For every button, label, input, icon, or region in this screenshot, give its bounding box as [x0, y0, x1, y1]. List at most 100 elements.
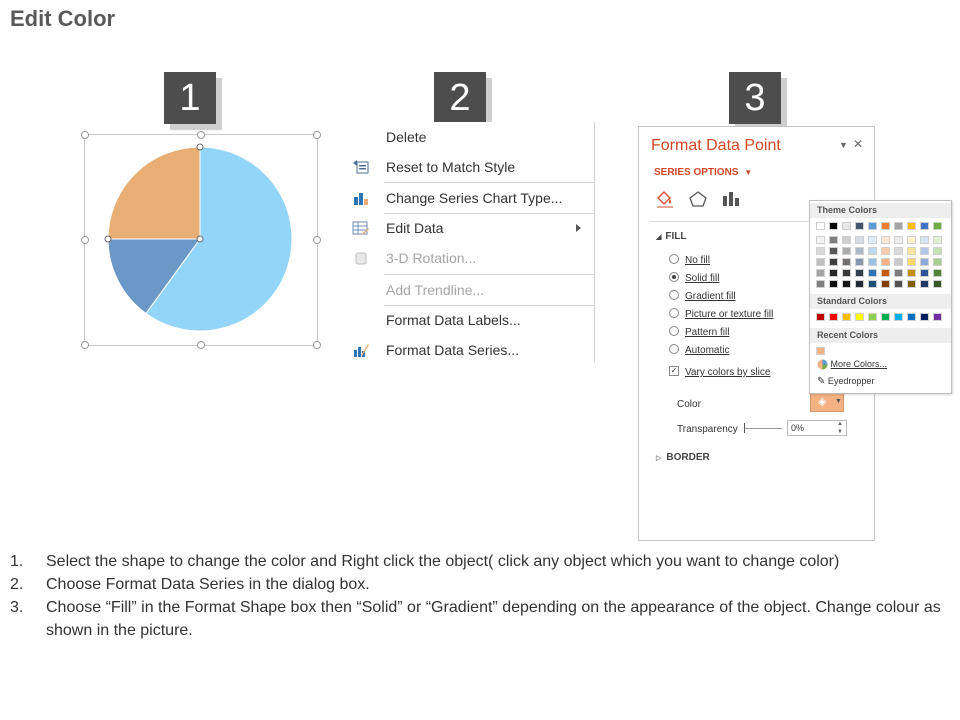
standard-color-swatch[interactable] [894, 313, 903, 321]
theme-shade-swatch[interactable] [829, 269, 838, 277]
fill-option-pattern-fill[interactable]: Pattern fill [669, 326, 729, 338]
theme-shade-swatch[interactable] [816, 258, 825, 266]
theme-shade-swatch[interactable] [868, 269, 877, 277]
radio-button[interactable] [669, 344, 679, 355]
theme-shade-swatch[interactable] [907, 258, 916, 266]
theme-shade-swatch[interactable] [894, 280, 903, 288]
standard-color-swatch[interactable] [933, 313, 942, 321]
theme-shade-swatch[interactable] [881, 247, 890, 255]
theme-shade-swatch[interactable] [868, 247, 877, 255]
theme-shade-swatch[interactable] [816, 280, 825, 288]
fill-option-gradient-fill[interactable]: Gradient fill [669, 290, 736, 302]
theme-shade-swatch[interactable] [868, 280, 877, 288]
theme-shade-swatch[interactable] [881, 280, 890, 288]
effects-tab-icon[interactable] [688, 190, 708, 208]
theme-shade-swatch[interactable] [894, 247, 903, 255]
close-icon[interactable]: ✕ [853, 137, 863, 151]
theme-shade-swatch[interactable] [933, 280, 942, 288]
fill-option-picture-texture[interactable]: Picture or texture fill [669, 308, 773, 320]
fill-line-tab-icon[interactable] [655, 190, 675, 208]
theme-shade-swatch[interactable] [829, 280, 838, 288]
theme-color-swatch[interactable] [894, 222, 903, 230]
theme-color-swatch[interactable] [933, 222, 942, 230]
theme-shade-swatch[interactable] [933, 258, 942, 266]
menu-item-add-trendline[interactable]: Add Trendline... [344, 275, 594, 305]
theme-shade-swatch[interactable] [868, 236, 877, 244]
theme-shade-swatch[interactable] [829, 236, 838, 244]
transparency-input[interactable]: 0% ▲ ▼ [787, 420, 847, 436]
menu-item-delete[interactable]: Delete [344, 122, 594, 152]
theme-shade-swatch[interactable] [816, 269, 825, 277]
theme-shade-swatch[interactable] [855, 258, 864, 266]
radio-button[interactable] [669, 290, 679, 301]
fill-option-automatic[interactable]: Automatic [669, 344, 729, 356]
eyedropper-item[interactable]: ✎ Eyedropper [817, 376, 874, 387]
theme-shade-swatch[interactable] [894, 236, 903, 244]
theme-shade-swatch[interactable] [920, 258, 929, 266]
theme-shade-swatch[interactable] [816, 236, 825, 244]
standard-color-swatch[interactable] [881, 313, 890, 321]
radio-button[interactable] [669, 272, 679, 283]
transparency-slider-thumb[interactable] [744, 423, 745, 433]
theme-color-swatch[interactable] [920, 222, 929, 230]
radio-button[interactable] [669, 308, 679, 319]
theme-color-swatch[interactable] [842, 222, 851, 230]
theme-shade-swatch[interactable] [894, 258, 903, 266]
theme-shade-swatch[interactable] [842, 247, 851, 255]
theme-shade-swatch[interactable] [816, 247, 825, 255]
checkbox-checked-icon[interactable]: ✓ [669, 366, 679, 377]
standard-color-swatch[interactable] [855, 313, 864, 321]
radio-button[interactable] [669, 254, 679, 265]
menu-item-reset-style[interactable]: Reset to Match Style [344, 152, 594, 182]
theme-shade-swatch[interactable] [920, 269, 929, 277]
theme-shade-swatch[interactable] [842, 236, 851, 244]
fill-option-solid-fill[interactable]: Solid fill [669, 272, 719, 284]
theme-shade-swatch[interactable] [920, 247, 929, 255]
theme-shade-swatch[interactable] [855, 269, 864, 277]
theme-shade-swatch[interactable] [907, 269, 916, 277]
border-section-header[interactable]: ▷ BORDER [656, 452, 710, 463]
theme-shade-swatch[interactable] [881, 236, 890, 244]
color-picker-button[interactable]: ◈ ▼ [810, 392, 844, 412]
pie-slice-3[interactable] [107, 146, 201, 240]
pane-options-arrow-icon[interactable]: ▼ [839, 140, 848, 150]
theme-shade-swatch[interactable] [855, 247, 864, 255]
theme-shade-swatch[interactable] [920, 280, 929, 288]
theme-shade-swatch[interactable] [855, 280, 864, 288]
fill-section-header[interactable]: ◢ FILL [656, 231, 687, 242]
theme-color-swatch[interactable] [816, 222, 825, 230]
series-options-tab-icon[interactable] [721, 190, 741, 208]
theme-shade-swatch[interactable] [894, 269, 903, 277]
theme-shade-swatch[interactable] [933, 236, 942, 244]
standard-color-swatch[interactable] [907, 313, 916, 321]
theme-shade-swatch[interactable] [933, 247, 942, 255]
standard-color-swatch[interactable] [816, 313, 825, 321]
theme-color-swatch[interactable] [855, 222, 864, 230]
theme-shade-swatch[interactable] [933, 269, 942, 277]
theme-shade-swatch[interactable] [842, 269, 851, 277]
slice-selection-handle[interactable] [104, 235, 112, 243]
standard-color-swatch[interactable] [829, 313, 838, 321]
menu-item-format-data-series[interactable]: Format Data Series... [344, 335, 594, 365]
transparency-slider-track[interactable] [744, 428, 782, 429]
theme-color-swatch[interactable] [881, 222, 890, 230]
standard-color-swatch[interactable] [868, 313, 877, 321]
theme-color-swatch[interactable] [829, 222, 838, 230]
slice-selection-handle[interactable] [196, 235, 204, 243]
radio-button[interactable] [669, 326, 679, 337]
standard-color-swatch[interactable] [920, 313, 929, 321]
theme-shade-swatch[interactable] [881, 258, 890, 266]
theme-shade-swatch[interactable] [829, 258, 838, 266]
theme-shade-swatch[interactable] [907, 247, 916, 255]
slice-selection-handle[interactable] [196, 143, 204, 151]
theme-shade-swatch[interactable] [881, 269, 890, 277]
more-colors-item[interactable]: More Colors... [817, 359, 887, 370]
vary-colors-checkbox[interactable]: ✓ Vary colors by slice [669, 366, 770, 378]
theme-shade-swatch[interactable] [842, 258, 851, 266]
theme-shade-swatch[interactable] [868, 258, 877, 266]
standard-color-swatch[interactable] [842, 313, 851, 321]
spinner-icon[interactable]: ▲ ▼ [837, 420, 843, 436]
chart-frame[interactable] [81, 131, 321, 349]
menu-item-edit-data[interactable]: Edit Data [344, 213, 594, 243]
menu-item-format-data-labels[interactable]: Format Data Labels... [344, 305, 594, 335]
